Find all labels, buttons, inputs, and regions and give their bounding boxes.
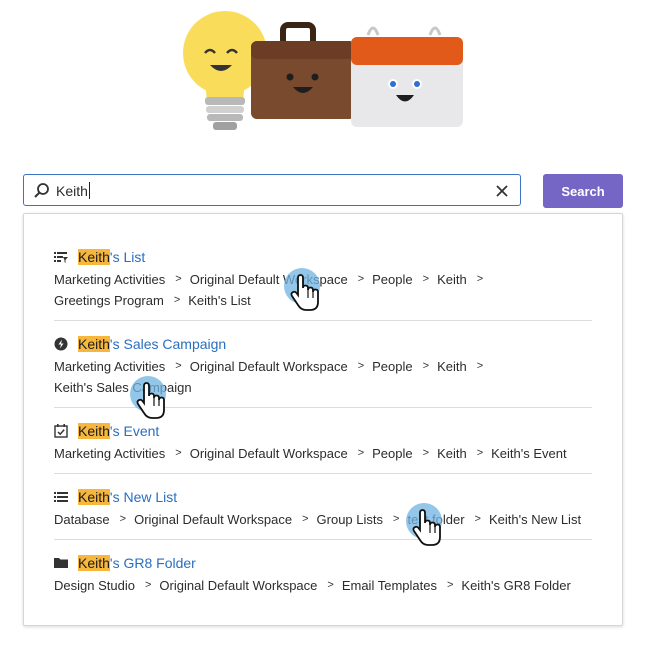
- breadcrumb-item[interactable]: Keith's GR8 Folder: [461, 577, 570, 594]
- clear-icon[interactable]: [494, 183, 510, 199]
- title-highlight: Keith: [78, 423, 110, 439]
- breadcrumb-item[interactable]: Original Default Workspace: [190, 445, 348, 462]
- result-title-link[interactable]: Keith's Sales Campaign: [78, 335, 226, 353]
- breadcrumb-separator: >: [327, 579, 334, 591]
- breadcrumb-item[interactable]: Original Default Workspace: [159, 577, 317, 594]
- breadcrumb-item[interactable]: Database: [54, 511, 110, 528]
- result-divider: [54, 320, 592, 321]
- breadcrumb-item[interactable]: Group Lists: [317, 511, 383, 528]
- result-divider: [54, 539, 592, 540]
- breadcrumb-item[interactable]: Keith's Event: [491, 445, 566, 462]
- breadcrumb-separator: >: [422, 273, 430, 285]
- text-caret: [88, 182, 90, 199]
- calendar-check-icon: [54, 424, 68, 438]
- breadcrumb-separator: >: [119, 513, 127, 525]
- result-path-line: Marketing Activities > Original Default W…: [54, 271, 491, 288]
- breadcrumb-item[interactable]: Greetings Program: [54, 292, 164, 309]
- result-title-row: Keith's New List: [54, 488, 177, 506]
- result-title-link[interactable]: Keith's List: [78, 248, 145, 266]
- breadcrumb-item[interactable]: Keith: [437, 445, 467, 462]
- breadcrumb-separator: >: [175, 447, 182, 459]
- calendar-illustration: [351, 26, 463, 127]
- list-icon: [54, 492, 68, 502]
- breadcrumb-item[interactable]: People: [372, 445, 412, 462]
- breadcrumb-separator: >: [422, 360, 430, 372]
- breadcrumb-item[interactable]: People: [372, 358, 412, 375]
- breadcrumb-separator: >: [474, 513, 481, 525]
- breadcrumb-item[interactable]: Marketing Activities: [54, 271, 165, 288]
- hand-cursor-icon: [406, 503, 442, 546]
- result-path-line: Marketing Activities > Original Default W…: [54, 358, 491, 375]
- breadcrumb-item[interactable]: Design Studio: [54, 577, 135, 594]
- search-button[interactable]: Search: [543, 174, 623, 208]
- hand-cursor-icon: [130, 376, 166, 419]
- lightning-icon: [54, 337, 68, 351]
- search-input[interactable]: Keith: [23, 174, 521, 206]
- breadcrumb-separator: >: [175, 273, 182, 285]
- result-path-line: Design Studio > Original Default Workspac…: [54, 577, 571, 594]
- breadcrumb-item[interactable]: Keith's New List: [489, 511, 581, 528]
- breadcrumb-separator: >: [357, 447, 365, 459]
- hand-cursor-icon: [284, 268, 320, 311]
- title-text: 's New List: [109, 489, 178, 505]
- title-highlight: Keith: [78, 489, 110, 505]
- breadcrumb-separator: >: [422, 447, 430, 459]
- result-title-row: Keith's GR8 Folder: [54, 554, 196, 572]
- breadcrumb-item[interactable]: Email Templates: [342, 577, 437, 594]
- result-title-row: Keith's Sales Campaign: [54, 335, 226, 353]
- breadcrumb-separator: >: [302, 513, 309, 525]
- list-filter-icon: [54, 252, 68, 263]
- result-path-line: Database > Original Default Workspace > Gr…: [54, 511, 581, 528]
- breadcrumb-item[interactable]: Marketing Activities: [54, 358, 165, 375]
- breadcrumb-separator: >: [173, 294, 181, 306]
- search-input-value: Keith: [56, 182, 90, 199]
- breadcrumb-separator: >: [357, 273, 365, 285]
- search-icon: [34, 183, 49, 198]
- result-divider: [54, 473, 592, 474]
- result-path-line: Marketing Activities > Original Default W…: [54, 445, 567, 462]
- breadcrumb-item[interactable]: Original Default Workspace: [190, 358, 348, 375]
- breadcrumb-item[interactable]: Keith: [437, 271, 467, 288]
- title-text: 's List: [109, 249, 146, 265]
- breadcrumb-item[interactable]: Keith's List: [188, 292, 250, 309]
- breadcrumb-separator: >: [476, 360, 484, 372]
- breadcrumb-separator: >: [476, 273, 484, 285]
- hero-illustration: [183, 11, 463, 130]
- breadcrumb-item[interactable]: Original Default Workspace: [134, 511, 292, 528]
- breadcrumb-item[interactable]: Keith: [437, 358, 467, 375]
- folder-icon: [54, 558, 68, 568]
- title-highlight: Keith: [78, 249, 110, 265]
- breadcrumb-separator: >: [175, 360, 182, 372]
- title-text: 's GR8 Folder: [109, 555, 196, 571]
- title-highlight: Keith: [78, 555, 110, 571]
- title-highlight: Keith: [78, 336, 110, 352]
- result-title-link[interactable]: Keith's GR8 Folder: [78, 554, 196, 572]
- breadcrumb-item[interactable]: Marketing Activities: [54, 445, 165, 462]
- breadcrumb-separator: >: [446, 579, 454, 591]
- title-text: 's Sales Campaign: [109, 336, 227, 352]
- breadcrumb-separator: >: [393, 513, 400, 525]
- breadcrumb-separator: >: [357, 360, 365, 372]
- result-title-link[interactable]: Keith's New List: [78, 488, 177, 506]
- breadcrumb-item[interactable]: People: [372, 271, 412, 288]
- breadcrumb-separator: >: [144, 579, 152, 591]
- breadcrumb-separator: >: [476, 447, 484, 459]
- briefcase-illustration: [251, 22, 355, 119]
- result-path-line: Greetings Program > Keith's List: [54, 292, 251, 309]
- result-title-row: Keith's List: [54, 248, 145, 266]
